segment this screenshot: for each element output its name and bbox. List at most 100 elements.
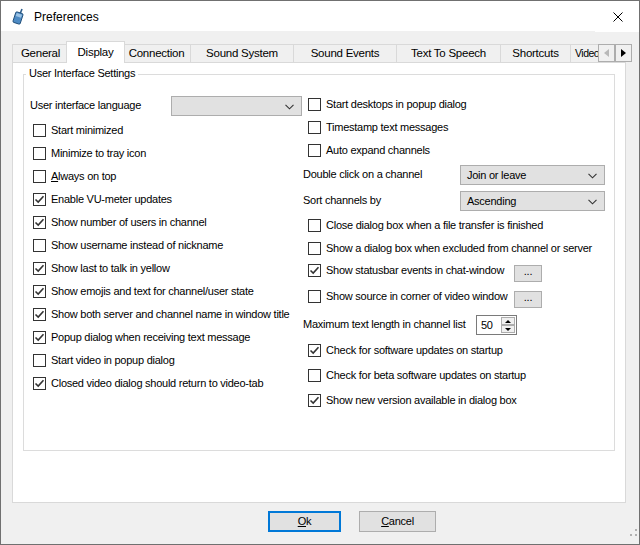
checkbox-label: Check for software updates on startup <box>326 344 503 357</box>
checkmark-icon <box>34 217 45 228</box>
checkbox-closed-video-dialog-should-return-to-video[interactable]: Closed video dialog should return to vid… <box>33 377 263 390</box>
checkbox-start-video-in-popup-dialog[interactable]: Start video in popup dialog <box>33 354 175 367</box>
checkbox-show-emojis-and-text-for-channel-user-stat[interactable]: Show emojis and text for channel/user st… <box>33 285 254 298</box>
checkbox-check-for-beta-software-updates-on-startup[interactable]: Check for beta software updates on start… <box>308 369 526 382</box>
checkmark-icon <box>34 263 45 274</box>
chevron-down-icon <box>588 199 597 205</box>
checkbox-label: Show emojis and text for channel/user st… <box>51 285 254 298</box>
checkbox-label: Auto expand channels <box>326 144 430 157</box>
checkbox-label: Popup dialog when receiving text message <box>51 331 250 344</box>
checkbox-label: Show both server and channel name in win… <box>51 308 289 321</box>
language-combobox[interactable] <box>171 96 302 116</box>
checkbox-checked <box>33 262 46 275</box>
checkmark-icon <box>34 332 45 343</box>
checkbox-close-dialog-box-when-a-file-transfer-is-f[interactable]: Close dialog box when a file transfer is… <box>308 219 543 232</box>
checkmark-icon <box>34 378 45 389</box>
grip-dot <box>635 529 637 531</box>
checkbox-unchecked <box>308 98 321 111</box>
tab-shortcuts[interactable]: Shortcuts <box>500 44 571 62</box>
checkbox-label: Enable VU-meter updates <box>51 193 172 206</box>
checkmark-icon <box>309 345 320 356</box>
checkbox-label: Close dialog box when a file transfer is… <box>326 219 543 232</box>
checkbox-unchecked <box>33 170 46 183</box>
arrow-up-icon <box>505 320 511 323</box>
checkbox-timestamp-text-messages[interactable]: Timestamp text messages <box>308 121 448 134</box>
checkmark-icon <box>34 286 45 297</box>
checkbox-show-new-version-available-in-dialog-box[interactable]: Show new version available in dialog box <box>308 394 517 407</box>
checkbox-label: Start minimized <box>51 124 123 137</box>
checkbox-checked <box>308 394 321 407</box>
checkbox-label: Show a dialog box when excluded from cha… <box>326 242 592 255</box>
cancel-button[interactable]: Cancel <box>359 511 436 532</box>
combobox-value: Ascending <box>467 194 516 208</box>
chevron-down-icon <box>285 104 294 110</box>
checkbox-label: Start video in popup dialog <box>51 354 175 367</box>
tab-connection[interactable]: Connection <box>122 44 191 62</box>
checkbox-unchecked <box>33 147 46 160</box>
checkbox-label: Show number of users in channel <box>51 216 207 229</box>
label-double-click-on-a-channel: Double click on a channel <box>303 168 422 181</box>
tab-display[interactable]: Display <box>66 41 125 63</box>
checkbox-checked <box>308 264 321 277</box>
tab-scroll-left-button[interactable] <box>598 44 615 62</box>
checkbox-show-statusbar-events-in-chat-window[interactable]: Show statusbar events in chat-window <box>308 264 504 277</box>
checkbox-checked <box>33 216 46 229</box>
tab-sound-events[interactable]: Sound Events <box>293 44 397 62</box>
tab-sound-system[interactable]: Sound System <box>190 44 294 62</box>
checkbox-show-username-instead-of-nickname[interactable]: Show username instead of nickname <box>33 239 223 252</box>
checkbox-unchecked <box>33 239 46 252</box>
checkbox-check-for-software-updates-on-startup[interactable]: Check for software updates on startup <box>308 344 503 357</box>
close-button[interactable] <box>595 2 640 32</box>
window-title: Preferences <box>34 10 99 24</box>
checkbox-checked <box>308 344 321 357</box>
checkbox-unchecked <box>308 369 321 382</box>
checkbox-enable-vu-meter-updates[interactable]: Enable VU-meter updates <box>33 193 172 206</box>
browse-button-show-statusbar-events-in-chat-window[interactable]: ... <box>514 265 542 282</box>
spin-up-button[interactable] <box>501 317 515 325</box>
arrow-left-icon <box>604 49 609 57</box>
checkbox-checked <box>33 377 46 390</box>
tab-scroll-right-button[interactable] <box>615 44 632 62</box>
checkbox-label: Closed video dialog should return to vid… <box>51 377 263 390</box>
checkbox-show-source-in-corner-of-video-window[interactable]: Show source in corner of video window <box>308 290 508 303</box>
label-maximum-text-length-in-channel-list: Maximum text length in channel list <box>303 318 465 331</box>
checkbox-popup-dialog-when-receiving-text-message[interactable]: Popup dialog when receiving text message <box>33 331 250 344</box>
browse-button-show-source-in-corner-of-video-window[interactable]: ... <box>514 291 542 308</box>
checkbox-label: Show username instead of nickname <box>51 239 223 252</box>
ok-button[interactable]: Ok <box>268 511 341 532</box>
checkbox-label: Minimize to tray icon <box>51 147 146 160</box>
language-label: User interface language <box>30 99 141 112</box>
checkbox-checked <box>33 193 46 206</box>
checkbox-label: Show source in corner of video window <box>326 290 508 303</box>
combobox-double-click-on-a-channel[interactable]: Join or leave <box>460 165 605 185</box>
checkbox-unchecked <box>308 219 321 232</box>
checkbox-show-both-server-and-channel-name-in-windo[interactable]: Show both server and channel name in win… <box>33 308 289 321</box>
checkbox-auto-expand-channels[interactable]: Auto expand channels <box>308 144 430 157</box>
max-text-length-spinbox[interactable]: 50 <box>476 315 517 335</box>
checkbox-unchecked <box>308 144 321 157</box>
checkbox-start-desktops-in-popup-dialog[interactable]: Start desktops in popup dialog <box>308 98 467 111</box>
chevron-down-icon <box>588 173 597 179</box>
checkmark-icon <box>34 309 45 320</box>
title-bar: Preferences <box>1 1 639 31</box>
spinbox-value: 50 <box>481 319 493 332</box>
combobox-value: Join or leave <box>467 168 526 182</box>
grip-dot <box>630 534 632 536</box>
label-sort-channels-by: Sort channels by <box>303 194 381 207</box>
checkbox-show-a-dialog-box-when-excluded-from-chann[interactable]: Show a dialog box when excluded from cha… <box>308 242 592 255</box>
checkbox-label: Show new version available in dialog box <box>326 394 517 407</box>
combobox-sort-channels-by[interactable]: Ascending <box>460 191 605 211</box>
group-legend: User Interface Settings <box>26 67 138 80</box>
spin-down-button[interactable] <box>501 325 515 333</box>
checkbox-show-number-of-users-in-channel[interactable]: Show number of users in channel <box>33 216 207 229</box>
tab-general[interactable]: General <box>12 44 69 62</box>
checkmark-icon <box>34 194 45 205</box>
checkbox-show-last-to-talk-in-yellow[interactable]: Show last to talk in yellow <box>33 262 170 275</box>
checkbox-always-on-top[interactable]: Always on top <box>33 170 116 183</box>
tab-text-to-speech[interactable]: Text To Speech <box>396 44 501 62</box>
checkbox-label: Show last to talk in yellow <box>51 262 170 275</box>
checkbox-minimize-to-tray-icon[interactable]: Minimize to tray icon <box>33 147 146 160</box>
preferences-dialog: Preferences GeneralDisplayConnectionSoun… <box>0 0 640 545</box>
arrow-down-icon <box>505 328 511 331</box>
checkbox-start-minimized[interactable]: Start minimized <box>33 124 123 137</box>
